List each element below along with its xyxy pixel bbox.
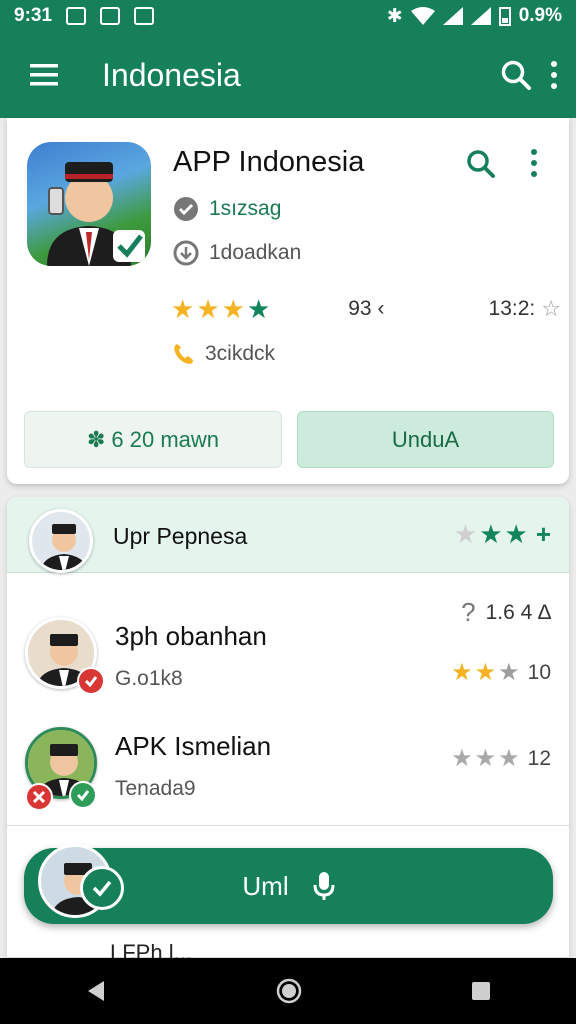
star-icon: ★ bbox=[451, 659, 473, 686]
star-icon: ★ bbox=[504, 519, 528, 549]
battery-text: 0.9% bbox=[518, 5, 562, 26]
star-icon: ★ bbox=[498, 659, 520, 686]
divider bbox=[7, 825, 569, 826]
downloads-row: 1doadkan bbox=[173, 240, 301, 266]
close-badge-icon bbox=[25, 783, 53, 811]
plus-icon[interactable]: + bbox=[536, 521, 551, 547]
gallery-icon bbox=[134, 7, 155, 25]
phone-text: 3cikdck bbox=[205, 342, 276, 365]
app-bar: Indonesia bbox=[0, 32, 576, 118]
install-bar-label: Uml bbox=[242, 870, 289, 901]
download-button[interactable]: UnduA bbox=[297, 411, 554, 468]
star-icon: ★ bbox=[221, 294, 245, 324]
star-rating: ★ ★ ★ ★ bbox=[171, 296, 270, 322]
item-sub: G.o1k8 bbox=[115, 667, 183, 690]
mic-icon[interactable] bbox=[313, 871, 335, 901]
star-icon: ★ bbox=[451, 745, 473, 772]
star-icon: ★ bbox=[498, 745, 520, 772]
phone-icon bbox=[174, 344, 193, 364]
rating-time-text: 13:2: bbox=[488, 297, 536, 320]
star-icon: ★ bbox=[246, 294, 271, 324]
check-badge-icon bbox=[77, 667, 105, 695]
verified-row: 1sızsag bbox=[173, 196, 281, 222]
rating-value: 93 ‹ bbox=[348, 297, 385, 320]
size-button-label: 6 20 mawn bbox=[111, 426, 220, 452]
status-time: 9:31 bbox=[14, 5, 53, 26]
system-nav-bar bbox=[0, 958, 576, 1024]
list-header[interactable]: Upr Pepnesa ★ ★ ★ + bbox=[7, 497, 569, 573]
check-icon bbox=[80, 866, 124, 910]
app-detail-card: APP Indonesia 1sızsag 1doadkan ★ ★ ★ ★ 9… bbox=[7, 118, 569, 484]
avatar bbox=[29, 509, 93, 573]
item-count: 10 bbox=[527, 661, 551, 684]
download-icon bbox=[173, 240, 199, 266]
search-icon[interactable] bbox=[465, 148, 497, 180]
signal-icon bbox=[442, 7, 463, 25]
battery-icon bbox=[498, 7, 511, 26]
star-icon: ★ bbox=[474, 745, 497, 772]
phone-row: 3cikdck bbox=[173, 342, 275, 366]
list-header-label: Upr Pepnesa bbox=[113, 523, 248, 549]
bluetooth-icon: ✱ bbox=[386, 5, 403, 27]
star-icon: ★ bbox=[453, 519, 478, 549]
verified-icon bbox=[174, 197, 198, 221]
star-rating: ★ ★ ★ bbox=[451, 661, 520, 685]
more-vert-icon[interactable] bbox=[548, 59, 560, 91]
star-icon: ★ bbox=[479, 519, 503, 549]
star-rating: ★ ★ ★ + bbox=[454, 521, 551, 547]
app-icon[interactable] bbox=[27, 142, 151, 266]
item-sub: Tenada9 bbox=[115, 777, 196, 800]
rating-time: 13:2: ☆ bbox=[489, 296, 561, 322]
item-count: 12 bbox=[527, 747, 551, 770]
wifi-icon bbox=[410, 7, 435, 25]
item-name: APK Ismelian bbox=[115, 731, 272, 761]
item-name: 3ph obanhan bbox=[115, 621, 267, 651]
screenshot-icon bbox=[100, 7, 121, 25]
more-vert-icon[interactable] bbox=[529, 148, 539, 178]
item-rating: ★ ★ ★ 10 bbox=[451, 661, 551, 685]
home-icon[interactable] bbox=[275, 977, 303, 1005]
status-bar: 9:31 ✱ 0.9% bbox=[0, 0, 576, 32]
star-icon: ★ bbox=[474, 659, 497, 686]
downloads-text: 1doadkan bbox=[209, 241, 302, 264]
search-icon[interactable] bbox=[500, 59, 532, 91]
back-icon[interactable] bbox=[84, 979, 108, 1003]
page-title: Indonesia bbox=[102, 56, 241, 93]
leaf-icon: ✽ bbox=[86, 426, 106, 452]
star-icon: ★ bbox=[171, 294, 195, 324]
rating-row: ★ ★ ★ ★ 93 ‹ 13:2: ☆ bbox=[171, 296, 561, 322]
signal-icon-2 bbox=[470, 7, 491, 25]
download-button-label: UnduA bbox=[391, 426, 460, 452]
item-rating: ★ ★ ★ 12 bbox=[451, 747, 551, 771]
recents-icon[interactable] bbox=[470, 980, 492, 1002]
app-title: APP Indonesia bbox=[173, 146, 365, 178]
verified-text: 1sızsag bbox=[209, 197, 282, 220]
star-rating: ★ ★ ★ bbox=[451, 747, 520, 771]
check-badge-icon bbox=[69, 781, 97, 809]
list-item[interactable]: 3ph obanhan G.o1k8 ★ ★ ★ 10 bbox=[7, 597, 569, 717]
star-icon: ★ bbox=[196, 294, 220, 324]
menu-icon[interactable] bbox=[14, 45, 74, 105]
star-outline-icon: ☆ bbox=[541, 296, 561, 321]
notification-icon bbox=[66, 7, 87, 25]
list-item[interactable]: APK Ismelian Tenada9 ★ ★ ★ 12 bbox=[7, 707, 569, 827]
size-button[interactable]: ✽ 6 20 mawn bbox=[24, 411, 282, 468]
